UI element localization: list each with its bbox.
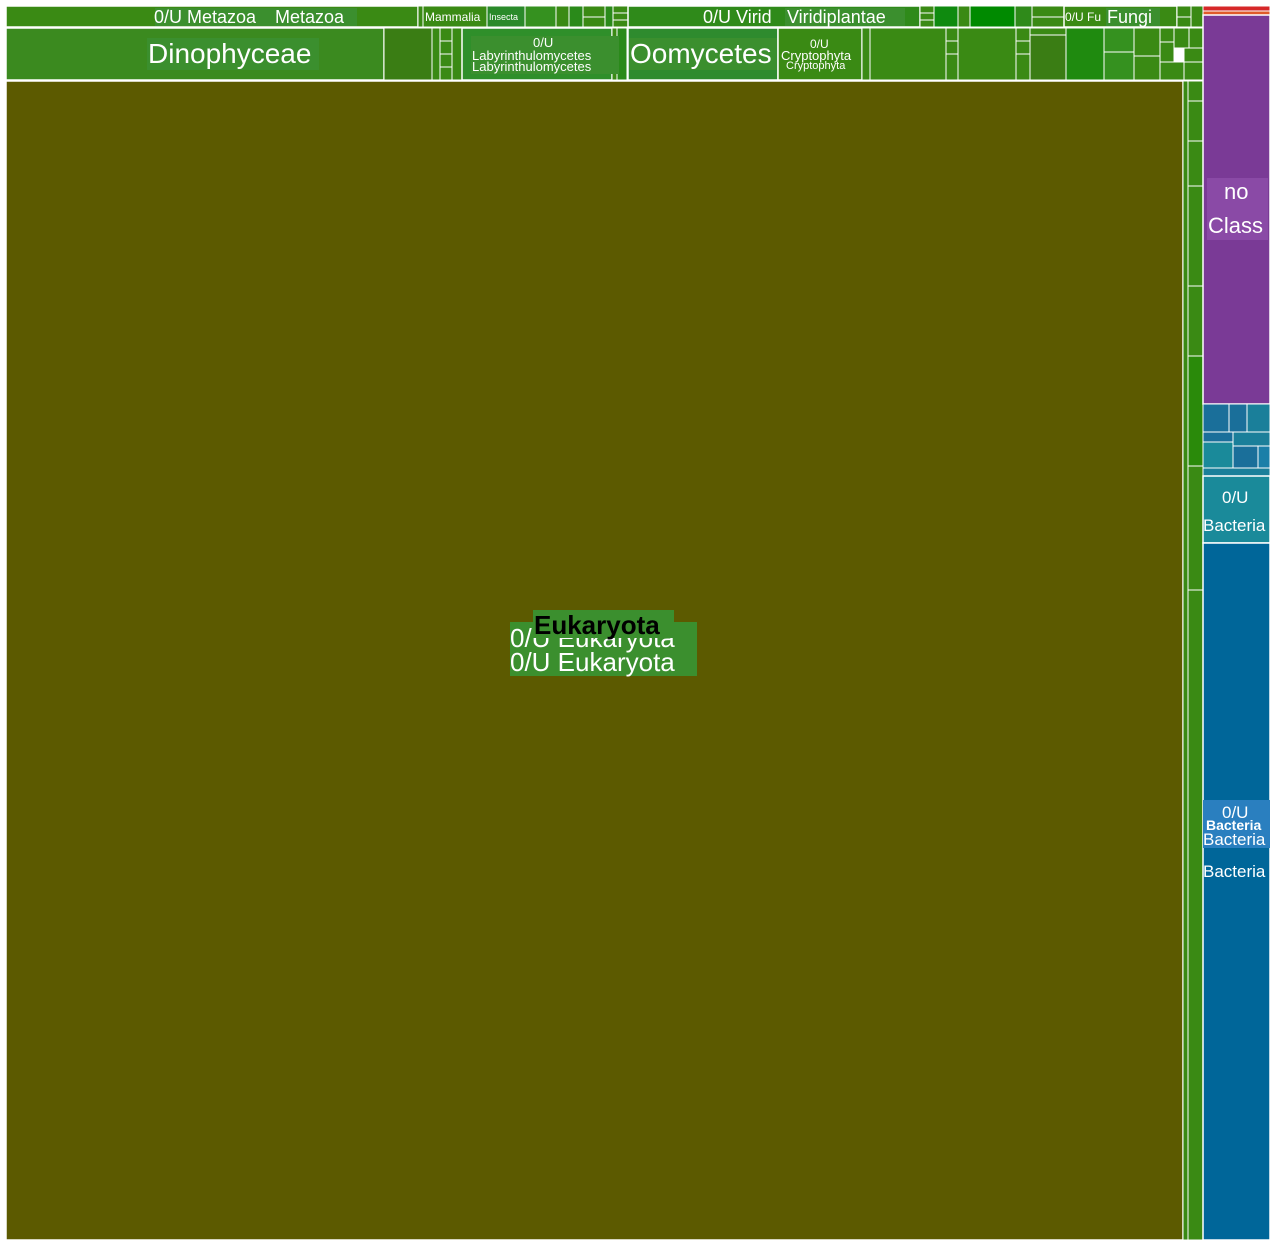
tile-metazoa-small-i[interactable]: [612, 12, 629, 21]
tile-euk-strip-f[interactable]: [1187, 285, 1204, 357]
tile-bact-small-d[interactable]: [1202, 431, 1234, 443]
tile-row2-small-e[interactable]: [957, 27, 1017, 81]
tile-metazoa-small-f[interactable]: [582, 16, 606, 28]
tile-metazoa-small-j[interactable]: [612, 19, 629, 28]
label-no-class-1: no: [1224, 179, 1248, 204]
tile-dino-small-f[interactable]: [439, 66, 453, 81]
tile-row2-small-t[interactable]: [1188, 27, 1204, 49]
tile-row2-small-r[interactable]: [1159, 61, 1185, 81]
tile-fungi-small-b[interactable]: [1176, 16, 1192, 28]
tile-virid-small-b[interactable]: [919, 12, 935, 21]
tile-dino-small-c[interactable]: [439, 27, 453, 42]
tile-metazoa-small-c[interactable]: [555, 5, 570, 28]
label-labyrinthulomycetes-2: Labyrinthulomycetes: [472, 59, 592, 74]
tile-row2-small-l[interactable]: [1103, 27, 1135, 53]
tile-metazoa-small-d[interactable]: [568, 5, 584, 28]
tile-row2-small-p[interactable]: [1159, 27, 1175, 43]
tile-dino-small-a[interactable]: [383, 27, 433, 81]
tile-row2-small-k[interactable]: [1065, 27, 1105, 81]
tile-row2-small-v[interactable]: [1183, 61, 1204, 81]
tile-bact-small-e[interactable]: [1232, 431, 1270, 447]
label-eukaryota-unassigned-2: 0/U Eukaryota: [510, 647, 675, 677]
tile-row2-small-f[interactable]: [1015, 27, 1031, 42]
label-insecta: Insecta: [489, 12, 518, 22]
label-fungi: Fungi: [1107, 7, 1152, 27]
label-viridiplantae-unassigned: 0/U Virid: [703, 7, 772, 27]
tile-row2-small-m[interactable]: [1103, 51, 1135, 81]
tile-virid-small-e[interactable]: [957, 5, 971, 28]
tile-row2-small-g[interactable]: [1015, 40, 1031, 55]
tile-euk-strip-g[interactable]: [1187, 355, 1204, 467]
label-dinophyceae: Dinophyceae: [148, 38, 311, 69]
tile-virid-small-f[interactable]: [969, 5, 1016, 28]
tile-virid-small-a[interactable]: [919, 5, 935, 14]
tile-bact-small-g[interactable]: [1232, 445, 1259, 469]
tile-euk-strip-i[interactable]: [1187, 589, 1204, 1240]
tile-row2-small-j[interactable]: [1029, 34, 1067, 81]
tile-row2-small-o[interactable]: [1133, 55, 1161, 81]
label-mammalia: Mammalia: [425, 10, 481, 24]
tile-fungi-small-c[interactable]: [1190, 5, 1204, 28]
tile-bact-small-b[interactable]: [1228, 403, 1248, 433]
tile-metazoa-small-g[interactable]: [604, 5, 614, 28]
tile-row2-small-u[interactable]: [1183, 47, 1204, 63]
tile-virid-small-h[interactable]: [1031, 5, 1065, 18]
tile-euk-strip-e[interactable]: [1187, 185, 1204, 287]
tile-dino-small-b[interactable]: [431, 27, 441, 81]
tile-euk-strip-c[interactable]: [1187, 100, 1204, 142]
tile-dino-small-e[interactable]: [439, 53, 453, 68]
tile-virid-small-i[interactable]: [1031, 16, 1065, 28]
label-bacteria-blue-2: Bacteria: [1203, 830, 1266, 849]
label-cryptophyta-2: Cryptophyta: [786, 60, 846, 72]
tile-dino-small-g[interactable]: [451, 27, 463, 81]
tile-bact-small-h[interactable]: [1257, 445, 1270, 469]
label-metazoa: Metazoa: [275, 7, 345, 27]
tile-euk-strip-b[interactable]: [1187, 80, 1204, 102]
tile-euk-strip-d[interactable]: [1187, 140, 1204, 187]
label-fungi-unassigned: 0/U Fu: [1065, 10, 1101, 24]
label-no-class-2: Class: [1208, 213, 1263, 238]
tile-bacteria-blue[interactable]: [1202, 542, 1270, 1240]
tile-metazoa-small-b[interactable]: [524, 5, 557, 28]
tile-row2-small-s[interactable]: [1173, 27, 1190, 49]
tile-row2-small-h[interactable]: [1015, 53, 1031, 81]
label-bacteria-teal-1: 0/U: [1222, 488, 1248, 507]
tile-row2-small-n[interactable]: [1133, 27, 1161, 57]
tile-other-red[interactable]: [1202, 5, 1270, 12]
tile-virid-small-g[interactable]: [1014, 5, 1033, 28]
tile-row2-small-c[interactable]: [945, 40, 959, 55]
tile-metazoa-small-e[interactable]: [582, 5, 606, 18]
label-metazoa-unassigned: 0/U Metazoa: [154, 7, 257, 27]
tile-row2-small-a[interactable]: [869, 27, 947, 81]
tile-euk-strip-h[interactable]: [1187, 465, 1204, 591]
label-bacteria-teal-2: Bacteria: [1203, 516, 1266, 535]
tile-row2-small-b[interactable]: [945, 27, 959, 42]
label-oomycetes: Oomycetes: [630, 38, 772, 69]
tile-bact-small-a[interactable]: [1202, 403, 1230, 433]
tile-bact-small-f[interactable]: [1202, 441, 1234, 469]
tile-euk-strip-a[interactable]: [1182, 80, 1189, 1240]
label-bacteria-blue-3: Bacteria: [1203, 862, 1266, 881]
tile-row2-small-d[interactable]: [945, 53, 959, 81]
tile-bact-small-c[interactable]: [1246, 403, 1270, 433]
tile-row2-small-q[interactable]: [1159, 41, 1175, 63]
label-viridiplantae: Viridiplantae: [787, 7, 886, 27]
label-eukaryota: Eukaryota: [534, 610, 660, 640]
tile-dino-small-d[interactable]: [439, 40, 453, 55]
tile-row2-small-i[interactable]: [1029, 27, 1067, 36]
tile-crypto-small-a[interactable]: [861, 27, 871, 81]
tile-virid-small-c[interactable]: [919, 19, 935, 28]
tile-metazoa-small-a[interactable]: [417, 5, 424, 28]
tile-virid-small-d[interactable]: [933, 5, 959, 28]
tile-bact-small-i[interactable]: [1202, 467, 1270, 477]
tile-metazoa-small-h[interactable]: [612, 5, 629, 14]
tile-fungi-small-a[interactable]: [1176, 5, 1192, 18]
treemap-chart: 0/U Metazoa Metazoa Mammalia Insecta 0/U…: [5, 5, 1270, 1240]
